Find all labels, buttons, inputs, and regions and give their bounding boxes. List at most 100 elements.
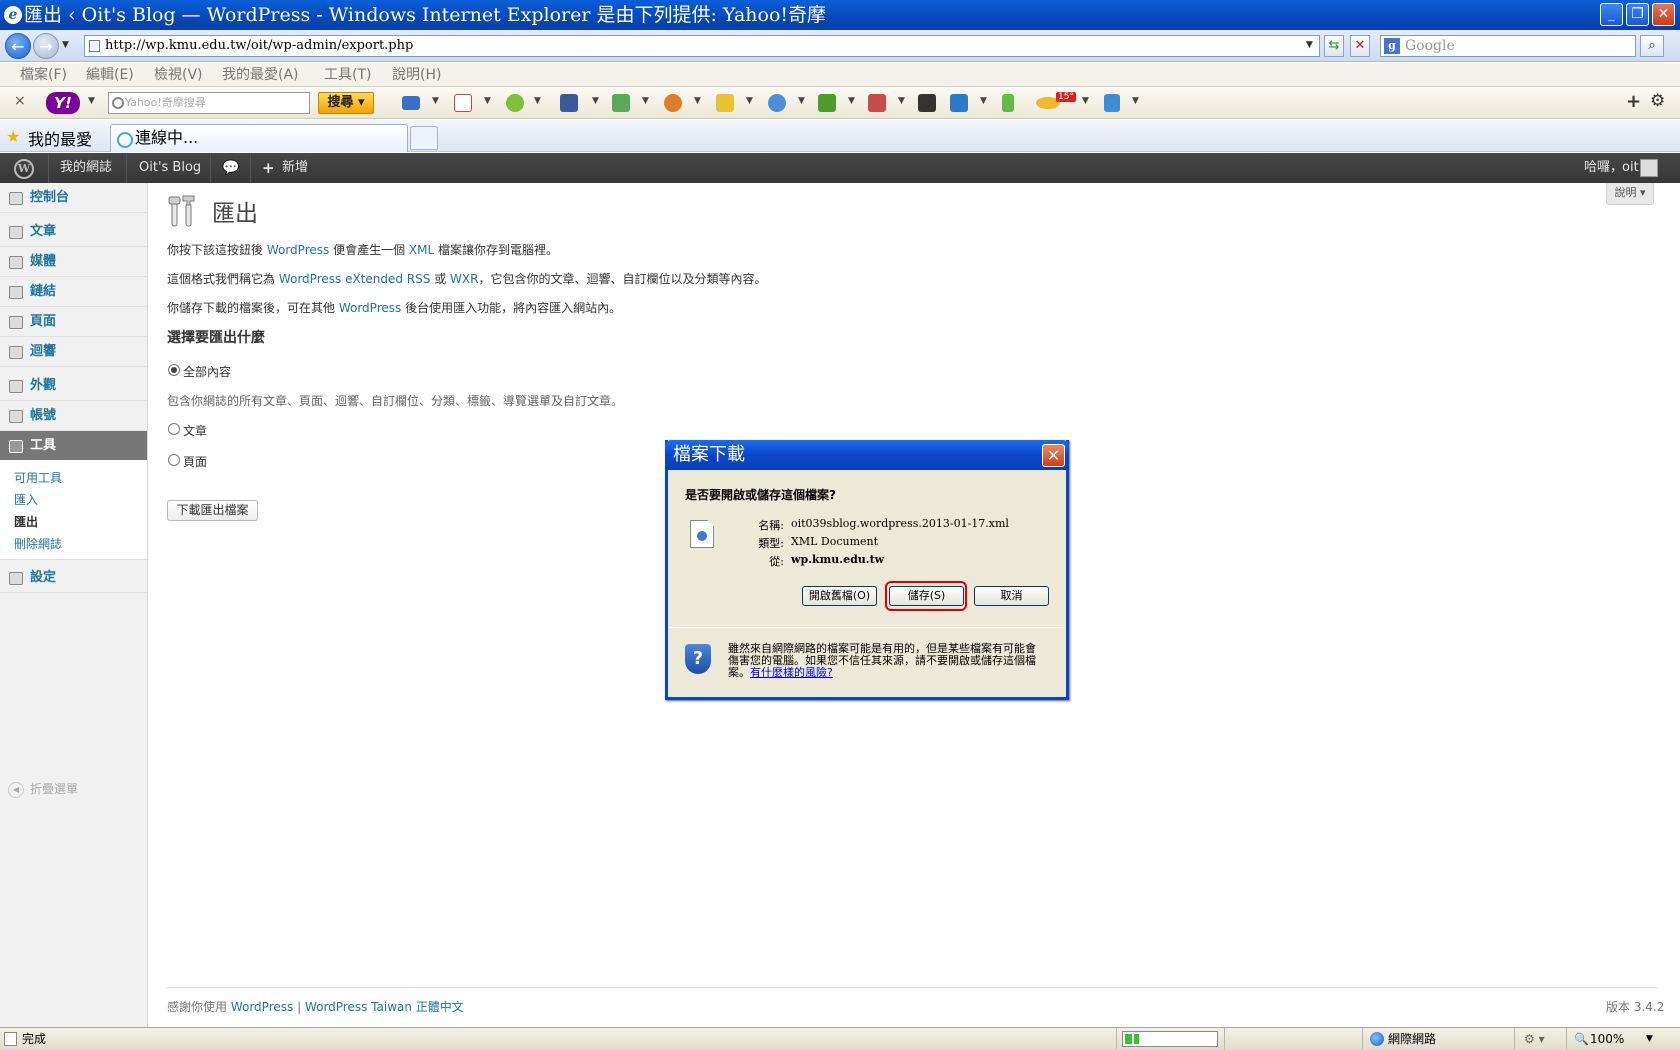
radio-posts-label[interactable]: 文章 — [183, 422, 207, 439]
sidebar-item-posts[interactable]: 文章 — [0, 217, 147, 247]
cancel-button[interactable]: 取消 — [974, 586, 1049, 606]
toolbar-close-icon[interactable]: × — [14, 93, 26, 109]
news-dropdown-icon[interactable]: ▼ — [980, 96, 987, 106]
calendar-dropdown-icon[interactable]: ▼ — [484, 96, 491, 106]
radio-pages-label[interactable]: 頁面 — [183, 453, 207, 470]
mail-dropdown-icon[interactable]: ▼ — [432, 96, 439, 106]
games-dropdown-icon[interactable]: ▼ — [848, 96, 855, 106]
risk-info-link[interactable]: 有什麼樣的風險? — [750, 666, 833, 679]
menu-view[interactable]: 檢視(V) — [154, 63, 203, 87]
new-content-link[interactable]: 新增 — [282, 153, 308, 183]
favorites-label[interactable]: 我的最愛 — [28, 126, 92, 150]
photos-dropdown-icon[interactable]: ▼ — [642, 96, 649, 106]
recent-pages-dropdown[interactable]: ▼ — [62, 40, 69, 50]
movies-icon[interactable] — [918, 94, 936, 112]
wxr-format-link[interactable]: WordPress eXtended RSS — [279, 272, 431, 286]
minimize-button[interactable]: _ — [1600, 3, 1623, 26]
sidebar-item-settings[interactable]: 設定 — [0, 563, 147, 593]
photos-icon[interactable] — [612, 94, 630, 112]
search-button[interactable]: ⌕ — [1640, 35, 1664, 57]
sidebar-item-users[interactable]: 帳號 — [0, 401, 147, 431]
radio-posts[interactable] — [168, 423, 180, 435]
collapse-menu[interactable]: ◀ 折疊選單 — [8, 780, 78, 798]
refresh-button[interactable]: ⇆ — [1324, 35, 1344, 57]
help-tab-button[interactable]: 說明 ▾ — [1606, 183, 1654, 205]
zoom-level[interactable]: 100% — [1590, 1028, 1624, 1050]
avatar[interactable] — [1640, 159, 1658, 177]
auction-dropdown-icon[interactable]: ▼ — [694, 96, 701, 106]
user-name[interactable]: oit — [1622, 153, 1639, 183]
wordpress-link[interactable]: WordPress — [267, 243, 329, 257]
tools-dropdown-icon[interactable]: ▼ — [1132, 96, 1139, 106]
sidebar-item-media[interactable]: 媒體 — [0, 247, 147, 277]
sidebar-item-appearance[interactable]: 外觀 — [0, 371, 147, 401]
add-button-icon[interactable]: + — [1626, 91, 1641, 112]
facebook-dropdown-icon[interactable]: ▼ — [592, 96, 599, 106]
settings-gear-icon[interactable]: ⚙ — [1650, 91, 1665, 111]
menu-help[interactable]: 說明(H) — [392, 63, 441, 87]
calendar-icon[interactable] — [454, 94, 472, 112]
answers-icon[interactable] — [768, 94, 786, 112]
tools-icon[interactable] — [1104, 94, 1120, 112]
window-close-button[interactable]: ✕ — [1652, 3, 1675, 26]
submenu-available-tools[interactable]: 可用工具 — [14, 469, 62, 486]
protected-mode-icon[interactable]: ⚙ ▾ — [1524, 1028, 1545, 1050]
bookmark-icon[interactable] — [1002, 94, 1014, 112]
radio-all-content-label[interactable]: 全部內容 — [183, 363, 231, 380]
save-button[interactable]: 儲存(S) — [889, 586, 964, 606]
shopping-icon[interactable] — [716, 94, 734, 112]
auction-icon[interactable] — [664, 94, 682, 112]
submenu-export[interactable]: 匯出 — [14, 513, 38, 530]
radio-pages[interactable] — [168, 454, 180, 466]
wordpress-link[interactable]: WordPress — [339, 301, 401, 315]
stop-button[interactable]: ✕ — [1350, 35, 1370, 57]
footer-wordpress-link[interactable]: WordPress — [231, 1000, 293, 1014]
shopping-dropdown-icon[interactable]: ▼ — [746, 96, 753, 106]
answers-dropdown-icon[interactable]: ▼ — [798, 96, 805, 106]
zoom-dropdown-icon[interactable]: ▼ — [1646, 1028, 1653, 1050]
address-dropdown-icon[interactable]: ▼ — [1306, 40, 1313, 50]
favorites-star-icon[interactable]: ★ — [6, 127, 20, 146]
menu-file[interactable]: 檔案(F) — [20, 63, 67, 87]
sidebar-item-dashboard[interactable]: 控制台 — [0, 183, 147, 213]
download-export-button[interactable]: 下載匯出檔案 — [167, 500, 258, 521]
menu-tools[interactable]: 工具(T) — [324, 63, 371, 87]
weather-dropdown-icon[interactable]: ▼ — [1082, 96, 1089, 106]
autos-dropdown-icon[interactable]: ▼ — [898, 96, 905, 106]
my-sites-link[interactable]: 我的網誌 — [60, 153, 112, 183]
dialog-close-button[interactable]: ✕ — [1042, 444, 1065, 467]
yahoo-menu-dropdown-icon[interactable]: ▼ — [88, 96, 95, 106]
sidebar-item-pages[interactable]: 頁面 — [0, 307, 147, 337]
xml-link[interactable]: XML — [409, 243, 434, 257]
autos-icon[interactable] — [868, 94, 886, 112]
zoom-icon[interactable]: 🔍 — [1574, 1028, 1589, 1050]
yahoo-search-button[interactable]: 搜尋 ▾ — [318, 92, 374, 114]
back-button[interactable]: ← — [5, 33, 31, 59]
menu-edit[interactable]: 編輯(E) — [86, 63, 134, 87]
address-bar[interactable]: http://wp.kmu.edu.tw/oit/wp-admin/export… — [84, 35, 1320, 57]
sidebar-item-tools[interactable]: 工具 — [0, 431, 147, 461]
wxr-link[interactable]: WXR — [450, 272, 478, 286]
games-icon[interactable] — [818, 94, 836, 112]
tab-current[interactable]: 連線中... — [110, 124, 408, 152]
comments-icon[interactable]: 💬 — [222, 153, 239, 183]
wordpress-logo-icon[interactable]: W — [14, 159, 34, 179]
forward-button[interactable]: → — [33, 33, 59, 59]
menu-favorites[interactable]: 我的最愛(A) — [222, 63, 299, 87]
open-file-button[interactable]: 開啟舊檔(O) — [802, 586, 877, 606]
facebook-icon[interactable] — [560, 94, 578, 112]
news-icon[interactable] — [950, 94, 968, 112]
restore-button[interactable]: ❐ — [1626, 3, 1649, 26]
plus-icon[interactable]: + — [262, 153, 275, 183]
submenu-delete-site[interactable]: 刪除網誌 — [14, 535, 62, 552]
radio-all-content[interactable] — [168, 364, 180, 376]
sidebar-item-links[interactable]: 鏈結 — [0, 277, 147, 307]
sidebar-item-comments[interactable]: 迴響 — [0, 337, 147, 367]
search-input[interactable]: g Google — [1380, 35, 1636, 57]
site-name-link[interactable]: Oit's Blog — [139, 153, 201, 183]
mail-icon[interactable] — [402, 96, 420, 110]
submenu-import[interactable]: 匯入 — [14, 491, 38, 508]
notes-dropdown-icon[interactable]: ▼ — [534, 96, 541, 106]
yahoo-search-input[interactable]: Yahoo!奇摩搜尋 — [108, 92, 310, 114]
new-tab-button[interactable] — [410, 126, 438, 150]
